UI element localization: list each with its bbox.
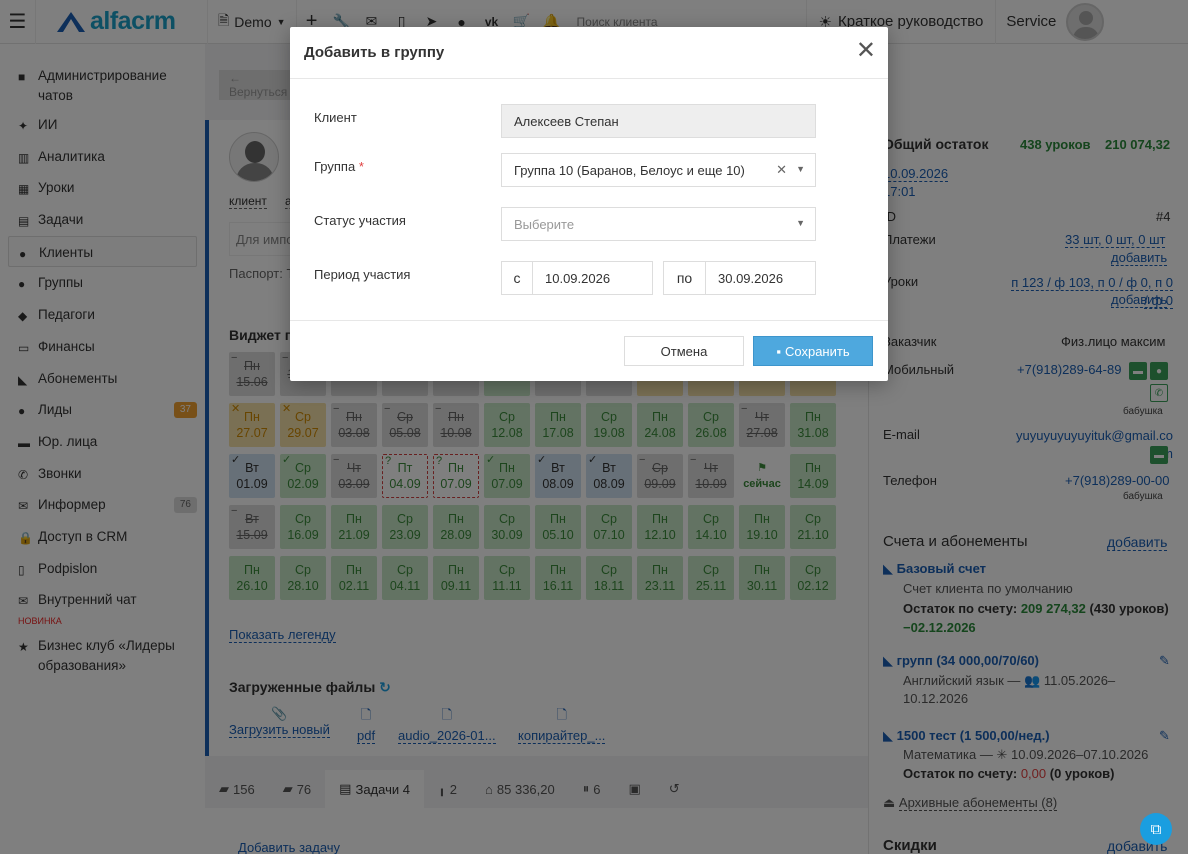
modal-title: Добавить в группу	[290, 27, 888, 79]
close-icon[interactable]: ✕	[856, 39, 876, 63]
group-label-text: Группа	[314, 159, 356, 174]
cancel-button[interactable]: Отмена	[624, 336, 744, 366]
add-to-group-modal: Добавить в группу ✕ Клиент Алексеев Степ…	[290, 27, 888, 381]
save-label: Сохранить	[785, 343, 850, 359]
modal-footer: Отмена ▪ Сохранить	[290, 320, 888, 381]
group-label: Группа *	[314, 159, 364, 174]
save-button[interactable]: ▪ Сохранить	[753, 336, 873, 366]
caret-down-icon: ▼	[796, 164, 805, 174]
group-select[interactable]: Группа 10 (Баранов, Белоус и еще 10) ✕ ▼	[501, 153, 816, 187]
client-field: Алексеев Степан	[501, 104, 816, 138]
support-chat-button[interactable]: ⧉	[1140, 813, 1172, 845]
status-select[interactable]: Выберите ▼	[501, 207, 816, 241]
clear-icon[interactable]: ✕	[776, 162, 787, 178]
status-placeholder: Выберите	[514, 217, 575, 232]
required-mark: *	[358, 159, 364, 174]
group-select-value: Группа 10 (Баранов, Белоус и еще 10)	[514, 163, 745, 178]
status-label: Статус участия	[314, 213, 406, 228]
period-label: Период участия	[314, 267, 411, 282]
caret-down-icon: ▼	[796, 218, 805, 228]
from-addon: с	[501, 261, 533, 295]
date-from-input[interactable]: 10.09.2026	[532, 261, 653, 295]
date-to-input[interactable]: 30.09.2026	[705, 261, 816, 295]
to-addon: по	[663, 261, 706, 295]
floppy-icon: ▪	[776, 343, 781, 359]
client-label: Клиент	[314, 110, 357, 125]
chat-icon: ⧉	[1150, 820, 1162, 838]
